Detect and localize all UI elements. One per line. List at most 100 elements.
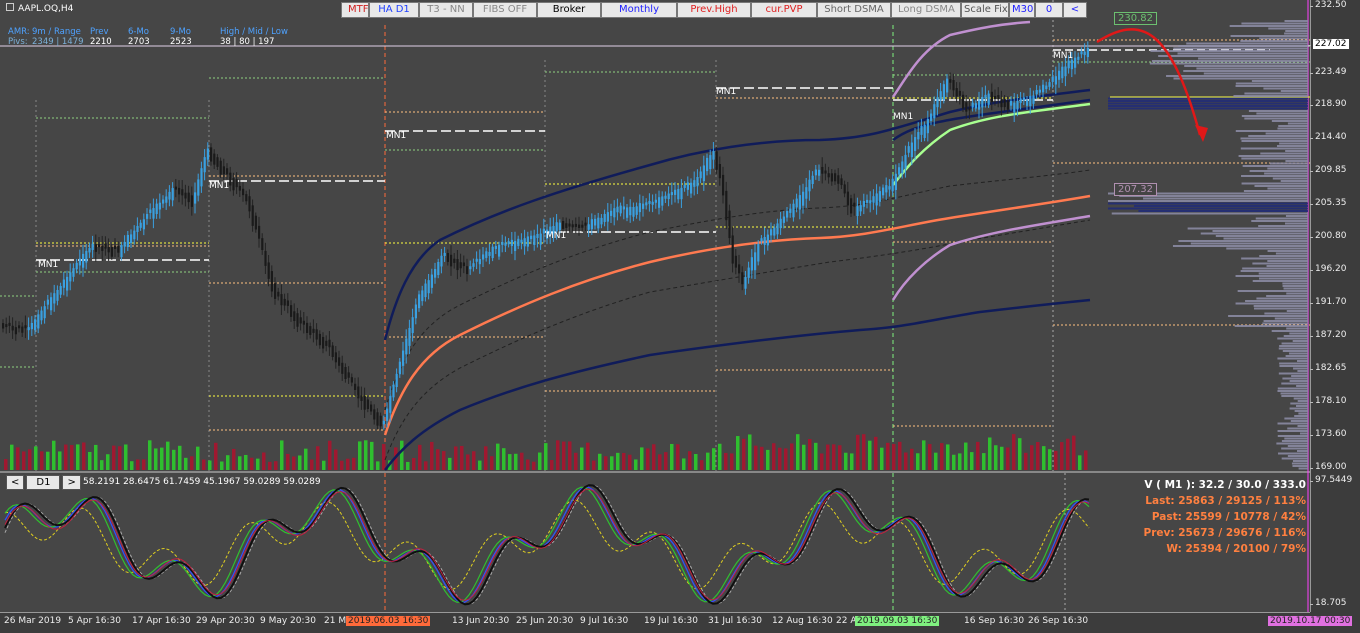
candle-body — [27, 327, 30, 331]
t3-button[interactable]: T3 - NN — [419, 2, 473, 18]
profile-bar — [1287, 427, 1308, 430]
candle-body — [14, 327, 17, 335]
profile-bar — [1296, 450, 1308, 452]
volume-bar — [1030, 445, 1034, 470]
volume-bar — [310, 459, 314, 470]
profile-bar — [1292, 460, 1308, 462]
prev-high-button[interactable]: Prev.High — [677, 2, 751, 18]
candle-body — [235, 179, 238, 188]
volume-bar — [514, 453, 518, 470]
prev-timeframe-button[interactable]: < — [6, 475, 25, 490]
profile-bar — [1276, 145, 1308, 147]
candle-body — [811, 175, 814, 185]
candle-body — [443, 252, 446, 256]
volume-bar — [28, 449, 32, 470]
profile-bar — [1256, 112, 1308, 115]
stats-header-hml: High / Mid / Low — [220, 27, 288, 37]
profile-bar — [1297, 400, 1308, 402]
price-tick: 205.35 — [1310, 198, 1347, 208]
volume-bar — [766, 449, 770, 470]
candle-body — [958, 90, 961, 96]
candle-body — [72, 268, 75, 277]
volume-bar — [574, 452, 578, 470]
next-timeframe-button[interactable]: > — [62, 475, 81, 490]
volume-bar — [940, 443, 944, 470]
mtf-button[interactable]: MTF — [341, 2, 369, 18]
candle-body — [926, 119, 929, 134]
osc-max-tick: 97.5449 — [1309, 475, 1353, 485]
m30-button[interactable]: M30 — [1009, 2, 1035, 18]
candle-body — [568, 223, 571, 227]
broker-button[interactable]: Broker — [537, 2, 601, 18]
profile-bar — [1272, 177, 1308, 180]
monthly-button[interactable]: Monthly — [601, 2, 677, 18]
zero-button[interactable]: 0 — [1035, 2, 1063, 18]
stats-header-amr: AMR: — [8, 27, 30, 37]
profile-bar — [1282, 377, 1308, 380]
ha-d1-button[interactable]: HA D1 — [369, 2, 419, 18]
profile-bar — [1230, 35, 1308, 37]
volume-bar — [628, 454, 632, 470]
short-dsma-button[interactable]: Short DSMA — [817, 2, 891, 18]
price-axis[interactable]: 232.50 227.02 223.49 218.90 214.40 209.8… — [1308, 0, 1360, 612]
candle-body — [600, 217, 603, 225]
candle-body — [290, 305, 293, 317]
stats-header-9mo: 9-Mo — [170, 27, 192, 37]
candle-body — [728, 210, 731, 239]
candle-body — [280, 294, 283, 306]
volume-bar — [184, 457, 188, 470]
cur-pvp-button[interactable]: cur.PVP — [751, 2, 817, 18]
time-axis[interactable]: 26 Mar 2019 5 Apr 16:30 17 Apr 16:30 29 … — [0, 612, 1353, 633]
profile-bar — [1262, 322, 1308, 325]
stats-6mo: 2703 — [128, 37, 150, 47]
candle-body — [242, 188, 245, 196]
profile-bar — [1265, 132, 1308, 135]
candle-body — [539, 233, 542, 245]
candle-body — [872, 196, 875, 203]
chart-svg — [0, 0, 1310, 612]
candle-body — [408, 327, 411, 346]
profile-bar — [1223, 237, 1308, 240]
volume-bar — [586, 442, 590, 470]
long-dsma-button[interactable]: Long DSMA — [891, 2, 961, 18]
volume-bar — [598, 453, 602, 470]
profile-bar — [1287, 445, 1308, 447]
candle-body — [968, 107, 971, 111]
volume-bar — [712, 448, 716, 470]
candle-body — [763, 237, 766, 245]
candle-body — [469, 266, 472, 270]
candle-body — [226, 168, 229, 175]
candle-body — [158, 202, 161, 210]
fibs-button[interactable]: FIBS OFF — [473, 2, 537, 18]
collapse-button[interactable]: < — [1063, 2, 1087, 18]
candle-body — [229, 172, 232, 186]
volume-bar — [382, 444, 386, 470]
volume-bar — [466, 454, 470, 470]
volume-bar — [562, 441, 566, 470]
volume-bar — [622, 452, 626, 470]
profile-bar — [1233, 95, 1308, 97]
profile-bar — [1286, 310, 1308, 312]
volume-bar — [640, 447, 644, 470]
timeframe-d1[interactable]: D1 — [26, 475, 61, 490]
volume-bar — [928, 444, 932, 470]
candle-body — [757, 243, 760, 262]
volume-bar — [286, 453, 290, 470]
candle-body — [994, 96, 997, 100]
candle-body — [885, 185, 888, 193]
candle-body — [88, 248, 91, 253]
candle-body — [597, 217, 600, 229]
candle-body — [971, 102, 974, 108]
candle-body — [43, 306, 46, 319]
time-tick: 9 Jul 16:30 — [580, 616, 629, 626]
profile-bar — [1299, 432, 1308, 435]
volume-bar — [934, 452, 938, 470]
volume-bar — [142, 459, 146, 470]
profile-bar — [1203, 72, 1308, 75]
candle-body — [277, 291, 280, 297]
scale-fix-button[interactable]: Scale Fix — [961, 2, 1009, 18]
profile-bar — [1173, 77, 1308, 80]
candle-body — [363, 395, 366, 410]
volume-bar — [4, 459, 8, 470]
profile-bar — [1289, 352, 1308, 355]
